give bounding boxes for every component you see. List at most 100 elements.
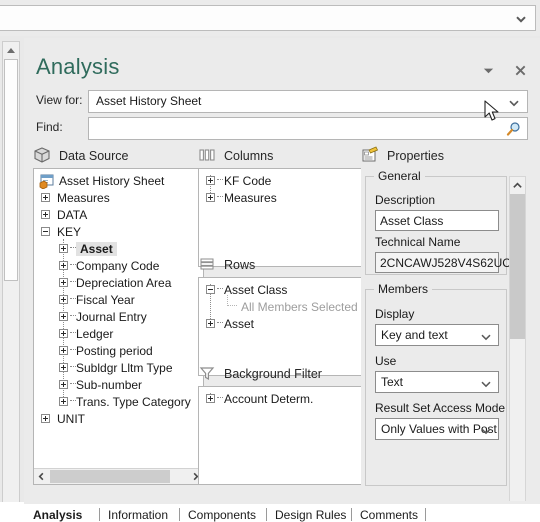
background-filter-label: Background Filter [224,367,322,381]
columns-list[interactable]: KF Code Measures [198,168,365,267]
display-select[interactable]: Key and text [375,324,499,346]
columns-node-measures[interactable]: Measures [199,190,364,207]
tree-node-posting-period[interactable]: Posting period [34,343,203,360]
tab-divider [351,508,352,521]
tree-node-data[interactable]: DATA [34,207,203,224]
collapse-icon[interactable] [41,227,50,236]
tree-node-sub-number[interactable]: Sub-number [34,377,203,394]
rows-node-asset-class[interactable]: Asset Class [199,282,364,299]
window-vertical-scrollbar[interactable] [2,41,20,515]
chevron-up-icon[interactable] [510,177,525,193]
view-for-combobox[interactable]: Asset History Sheet [88,90,528,113]
expand-icon[interactable] [59,295,68,304]
find-label: Find: [36,120,63,134]
tab-divider [99,508,100,521]
tree-guide-dots [217,322,223,324]
scrollbar-thumb[interactable] [50,470,170,483]
search-icon[interactable] [505,121,521,137]
chevron-down-icon[interactable] [480,424,492,436]
view-for-label: View for: [36,93,83,107]
background-filter-tree-content: Account Determ. [199,391,364,408]
data-source-tree[interactable]: Asset History Sheet Measures DATA KEY As… [33,168,204,485]
technical-name-input[interactable]: 2CNCAWJ528V4S62UCK [375,252,519,273]
tree-node-unit[interactable]: UNIT [34,411,203,428]
expand-icon[interactable] [59,363,68,372]
tree-node-ledger[interactable]: Ledger [34,326,203,343]
expand-icon[interactable] [59,312,68,321]
tree-node-measures[interactable]: Measures [34,190,203,207]
tree-guide-dots [217,397,223,399]
tree-node-subldgr-lltm-type[interactable]: Subldgr Lltm Type [34,360,203,377]
technical-name-value: 2CNCAWJ528V4S62UCK [380,256,519,270]
chevron-down-icon[interactable] [515,12,527,24]
top-combobox[interactable] [0,5,536,31]
expand-icon[interactable] [206,193,215,202]
expand-icon[interactable] [206,176,215,185]
properties-icon [361,146,379,164]
close-icon[interactable] [510,60,530,80]
analysis-panel-window: Analysis View for: Asset History Sheet F… [0,0,540,522]
tree-node-label: Measures [224,191,277,205]
rows-node-asset[interactable]: Asset [199,316,364,333]
tree-node-fiscal-year[interactable]: Fiscal Year [34,292,203,309]
expand-icon[interactable] [59,380,68,389]
tree-node-key[interactable]: KEY [34,224,203,241]
cube-icon [33,146,51,164]
rows-node-all-members[interactable]: All Members Selected [199,295,364,316]
find-input[interactable] [88,117,528,140]
tree-node-asset[interactable]: Asset [34,241,203,258]
scrollbar-thumb[interactable] [4,59,18,281]
tree-node-label: Journal Entry [76,310,147,324]
filter-node-account-determ[interactable]: Account Determ. [199,391,364,408]
data-source-horizontal-scrollbar[interactable] [34,468,203,484]
tree-node-trans-type-category[interactable]: Trans. Type Category [34,394,203,411]
expand-icon[interactable] [59,244,68,253]
tree-node-label: Trans. Type Category [76,395,191,409]
tree-node-company-code[interactable]: Company Code [34,258,203,275]
tree-node-journal-entry[interactable]: Journal Entry [34,309,203,326]
expand-icon[interactable] [41,193,50,202]
chevron-down-icon[interactable] [480,330,492,342]
rows-icon [198,255,216,273]
collapse-icon[interactable] [206,285,215,294]
description-label: Description [375,193,436,207]
rows-list[interactable]: Asset Class All Members Selected Asset [198,277,365,376]
chevron-left-icon[interactable] [34,469,49,484]
tree-node-label: Asset [224,317,255,331]
use-select[interactable]: Text [375,371,499,393]
columns-tree-content: KF Code Measures [199,173,364,207]
expand-icon[interactable] [59,397,68,406]
background-filter-list[interactable]: Account Determ. [198,386,365,485]
expand-icon[interactable] [59,278,68,287]
tree-node-label: UNIT [57,412,85,426]
scrollbar-thumb[interactable] [510,194,525,339]
rows-tree-content: Asset Class All Members Selected Asset [199,282,364,333]
result-set-access-mode-select[interactable]: Only Values with Post [375,418,499,440]
display-label: Display [375,307,415,321]
tree-node-depreciation-area[interactable]: Depreciation Area [34,275,203,292]
tab-information[interactable]: Information [108,508,168,522]
tab-comments[interactable]: Comments [360,508,418,522]
expand-icon[interactable] [59,261,68,270]
expand-icon[interactable] [59,346,68,355]
chevron-down-icon[interactable] [508,96,520,108]
triangle-up-icon[interactable] [3,42,19,58]
chevron-down-icon[interactable] [480,377,492,389]
expand-icon[interactable] [206,319,215,328]
description-input[interactable]: Asset Class [375,210,499,231]
tree-guide-dots [217,288,223,290]
columns-node-kf-code[interactable]: KF Code [199,173,364,190]
properties-vertical-scrollbar[interactable] [509,176,526,522]
tab-analysis[interactable]: Analysis [33,508,82,522]
display-value: Key and text [381,328,448,342]
chevron-down-icon[interactable] [478,60,498,80]
expand-icon[interactable] [41,210,50,219]
tree-node-label: Posting period [76,344,153,358]
tab-components[interactable]: Components [188,508,256,522]
expand-icon[interactable] [41,414,50,423]
tab-design-rules[interactable]: Design Rules [275,508,346,522]
expand-icon[interactable] [59,329,68,338]
tab-divider [266,508,267,521]
tree-node-root[interactable]: Asset History Sheet [34,173,203,190]
expand-icon[interactable] [206,394,215,403]
